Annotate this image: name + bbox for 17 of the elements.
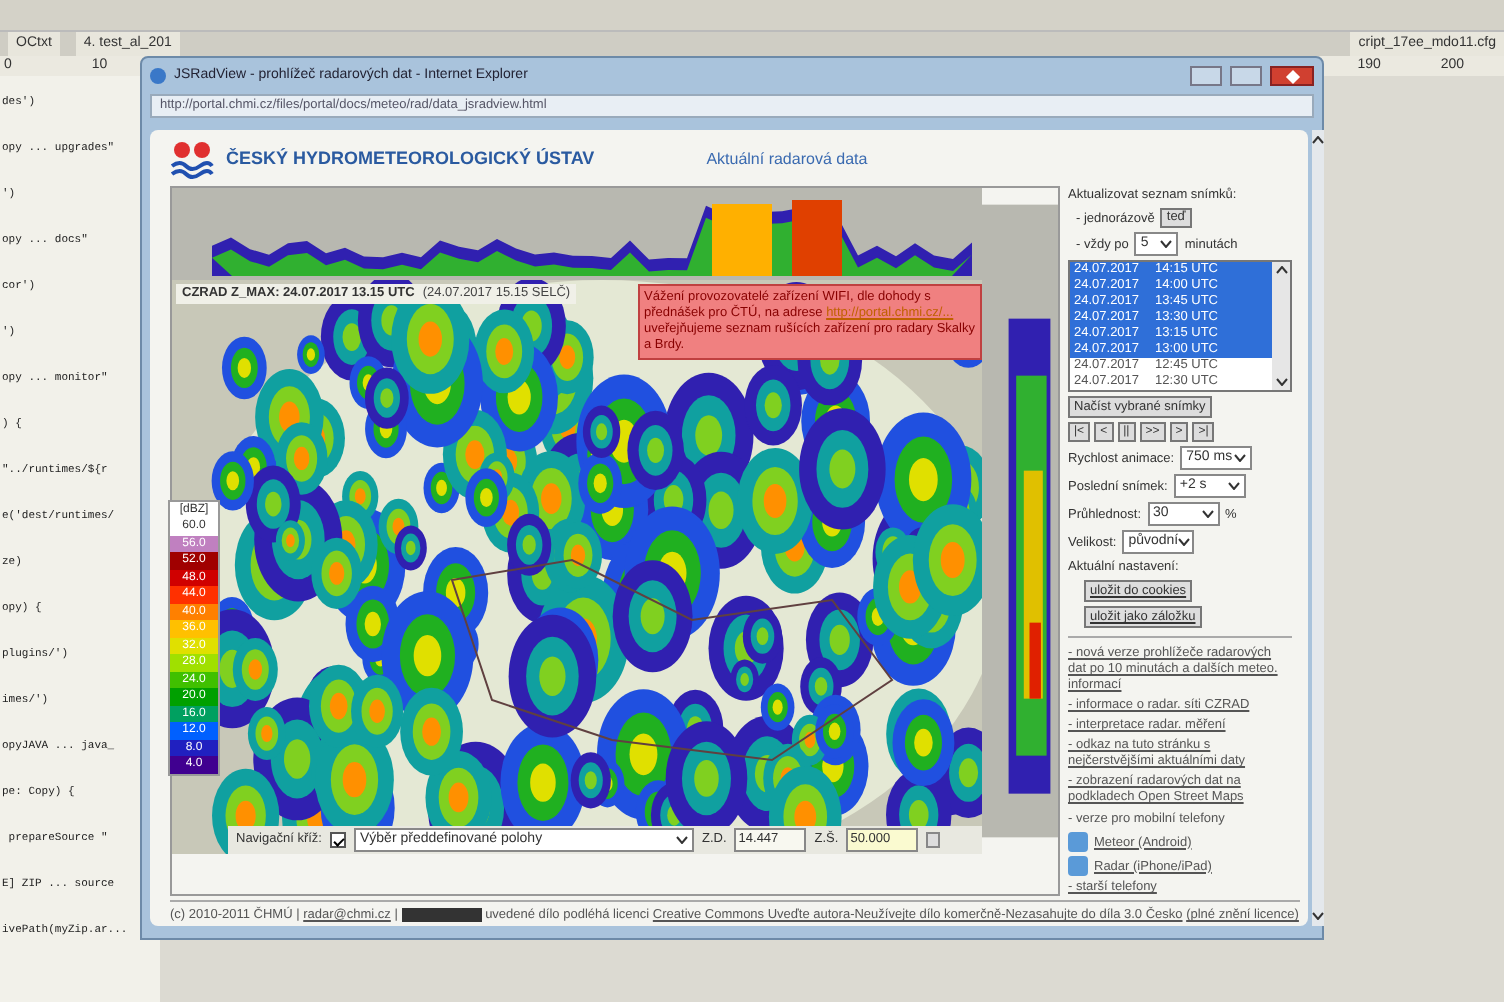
license-badge-icon [401,907,482,922]
minimize-button[interactable] [1190,66,1222,86]
page-scrollbar[interactable] [1312,130,1324,926]
scrollbar[interactable] [1272,262,1290,390]
scroll-up-icon [1312,136,1324,144]
browser-logo-icon [150,68,166,84]
logo-icon [170,140,214,180]
scroll-down-icon [1312,912,1324,920]
maximize-button[interactable] [1230,66,1262,86]
page-title: Aktuální radarová data [706,148,868,172]
go-button[interactable] [926,832,941,848]
checkmark-icon [332,834,344,846]
scroll-up-icon [1275,266,1287,274]
close-button[interactable] [1270,66,1314,86]
organization-name: ČESKÝ HYDROMETEOROLOGICKÝ ÚSTAV [226,146,595,173]
nav-cross-checkbox[interactable] [330,832,346,848]
scroll-down-icon [1275,378,1287,386]
